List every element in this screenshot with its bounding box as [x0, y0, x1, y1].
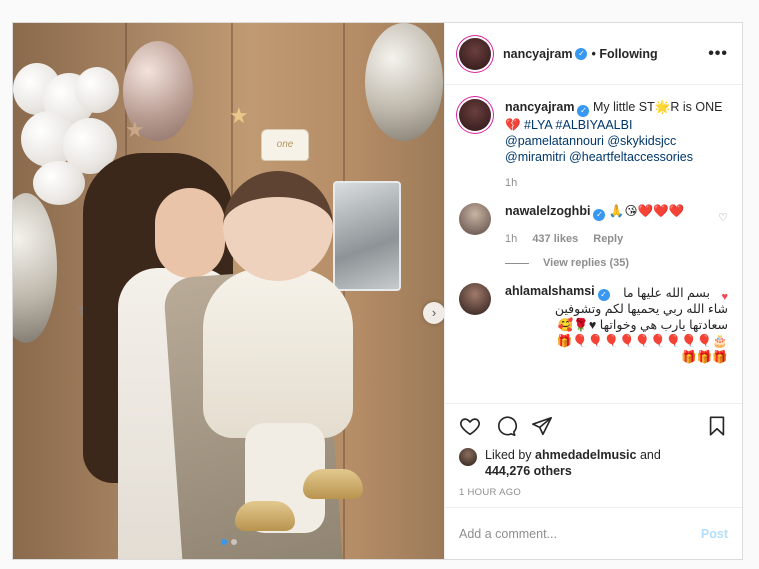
- comment-body-line: 🎂🎈🎈🎈🎈🎈🎈🎈🎈🎈🎁: [556, 334, 728, 348]
- comment-text: ahlamalshamsi ✓ بسم الله عليها ما شاء الل…: [505, 283, 728, 365]
- comment-body-line: سعادتها يارب هي وخواتها ♥🌹🥰: [557, 318, 728, 332]
- baby-outfit: [203, 268, 353, 438]
- post-timestamp[interactable]: 1 HOUR AGO: [445, 479, 742, 507]
- next-photo-button[interactable]: ›: [423, 302, 444, 324]
- wall-mirror: [333, 181, 401, 291]
- liked-by-text: Liked by ahmedadelmusic and 444,276 othe…: [485, 447, 661, 479]
- white-balloon: [75, 67, 119, 113]
- add-comment-bar: Post: [445, 507, 742, 559]
- gold-shoe: [235, 501, 295, 531]
- caption: nancyajram ✓ My little ST🌟R is ONE 💔 #LYA…: [459, 99, 728, 191]
- like-comment-heart-icon[interactable]: ♡: [718, 211, 728, 224]
- comment-input[interactable]: [459, 526, 701, 541]
- commenter-avatar[interactable]: [459, 203, 491, 235]
- comment-item: ahlamalshamsi ✓ بسم الله عليها ما شاء الل…: [459, 283, 728, 365]
- comment-likes[interactable]: 437 likes: [532, 233, 578, 245]
- carousel-dot: [230, 539, 237, 545]
- mention-link[interactable]: @miramitri: [505, 150, 566, 164]
- verified-badge-icon: ✓: [577, 105, 590, 117]
- silver-balloon: [365, 23, 443, 141]
- caption-time: 1h: [505, 177, 518, 189]
- more-options-icon[interactable]: •••: [708, 45, 728, 63]
- gold-star-icon: ★: [229, 103, 249, 128]
- gold-shoe: [303, 469, 363, 499]
- carousel-dot-active: [220, 539, 227, 545]
- mention-link[interactable]: @skykidsjcc: [607, 134, 676, 148]
- liked-by-joiner: and: [639, 448, 661, 462]
- woman-face: [155, 188, 225, 278]
- verified-badge-icon: ✓: [597, 289, 610, 301]
- verified-badge-icon: ✓: [575, 47, 588, 60]
- carousel-dots: [13, 539, 444, 545]
- comment-text: nawalelzoghbi ✓ 🙏😘❤️❤️❤️ 1h 437 likes Rep…: [505, 203, 728, 247]
- liked-by: Liked by ahmedadelmusic and 444,276 othe…: [445, 447, 742, 479]
- like-heart-icon[interactable]: [459, 415, 481, 437]
- party-crown: one: [261, 129, 309, 161]
- post-actions: [445, 403, 742, 447]
- verified-badge-icon: ✓: [593, 209, 606, 221]
- star-icon: ★: [125, 117, 145, 142]
- liked-by-prefix: Liked by: [485, 448, 532, 462]
- view-replies-button[interactable]: View replies (35): [505, 257, 728, 269]
- follow-status-label: Following: [599, 46, 658, 61]
- liker-avatar[interactable]: [459, 448, 477, 466]
- comment-body: 🙏😘❤️❤️❤️: [608, 204, 685, 218]
- comments-list[interactable]: nancyajram ✓ My little ST🌟R is ONE 💔 #LYA…: [445, 85, 742, 403]
- author-username[interactable]: nancyajram: [503, 47, 572, 61]
- share-paper-plane-icon[interactable]: [531, 415, 553, 437]
- comment-item: nawalelzoghbi ✓ 🙏😘❤️❤️❤️ 1h 437 likes Rep…: [459, 203, 728, 247]
- silver-balloon: [13, 193, 57, 343]
- comment-bubble-icon[interactable]: [495, 415, 517, 437]
- liker-username[interactable]: ahmedadelmusic: [535, 448, 636, 462]
- caption-hashtags[interactable]: 💔 #LYA #ALBIYAALBI: [505, 118, 632, 132]
- caption-line: My little ST🌟R is ONE: [592, 100, 723, 114]
- caption-text: nancyajram ✓ My little ST🌟R is ONE 💔 #LYA…: [505, 99, 728, 191]
- post-photo[interactable]: ★ ★ ★ ★ one ›: [13, 23, 444, 559]
- caption-meta: 1h: [505, 175, 728, 191]
- comment-body-line: 🎁🎁🎁: [681, 350, 728, 364]
- post-header: nancyajram ✓ • Following •••: [445, 23, 742, 85]
- post-sidebar: nancyajram ✓ • Following ••• nancyajram ✓…: [444, 23, 742, 559]
- mention-link[interactable]: @heartfeltaccessories: [569, 150, 693, 164]
- mention-link[interactable]: @pamelatannouri: [505, 134, 604, 148]
- baby-head: [223, 171, 333, 281]
- commenter-avatar[interactable]: [459, 283, 491, 315]
- caption-avatar[interactable]: [459, 99, 491, 131]
- follow-status[interactable]: • Following: [591, 47, 657, 61]
- reply-button[interactable]: Reply: [593, 233, 623, 245]
- post-comment-button[interactable]: Post: [701, 527, 728, 541]
- author-avatar[interactable]: [459, 37, 491, 70]
- commenter-username[interactable]: nawalelzoghbi: [505, 204, 590, 218]
- comment-body-line: شاء الله ربي يحميها لكم وتشوفين: [554, 302, 728, 316]
- white-balloon: [33, 161, 85, 205]
- caption-username[interactable]: nancyajram: [505, 100, 574, 114]
- liked-comment-heart-icon[interactable]: ♥: [721, 291, 728, 303]
- comment-time: 1h: [505, 233, 518, 245]
- comment-meta: 1h 437 likes Reply: [505, 231, 728, 247]
- post-modal: ★ ★ ★ ★ one › nancyajram ✓ • Following •…: [12, 22, 743, 560]
- commenter-username[interactable]: ahlamalshamsi: [505, 284, 595, 298]
- save-bookmark-icon[interactable]: [706, 415, 728, 437]
- likes-count[interactable]: 444,276 others: [485, 464, 572, 478]
